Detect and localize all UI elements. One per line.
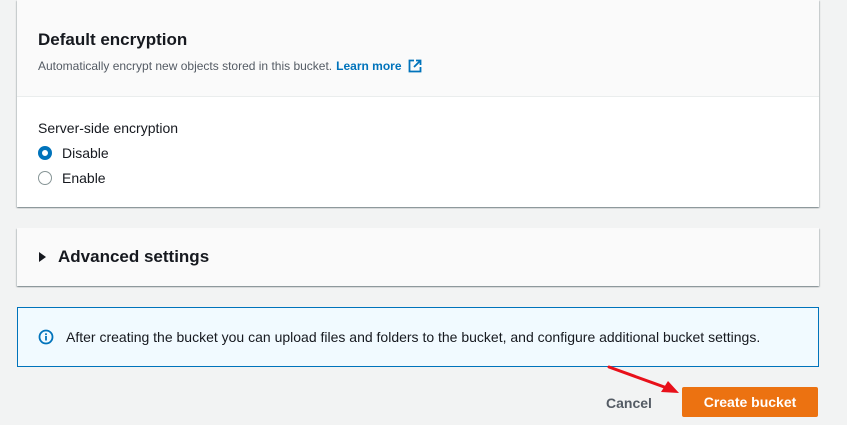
server-side-encryption-label: Server-side encryption (38, 120, 179, 136)
radio-enable-label: Enable (62, 170, 106, 186)
radio-enable[interactable] (38, 171, 52, 185)
advanced-settings-toggle[interactable]: Advanced settings (17, 228, 819, 286)
caret-right-icon (39, 252, 46, 262)
radio-disable-label: Disable (62, 145, 109, 161)
description-text: Automatically encrypt new objects stored… (38, 59, 333, 73)
default-encryption-body: Server-side encryption Disable Enable (17, 97, 819, 187)
radio-option-disable[interactable]: Disable (38, 144, 799, 162)
info-alert: After creating the bucket you can upload… (17, 307, 819, 367)
radio-option-enable[interactable]: Enable (38, 169, 799, 187)
default-encryption-panel: Default encryption Automatically encrypt… (17, 0, 819, 207)
default-encryption-description: Automatically encrypt new objects stored… (38, 58, 799, 74)
advanced-settings-panel: Advanced settings (17, 228, 819, 286)
external-link-icon (408, 59, 422, 73)
radio-disable[interactable] (38, 146, 52, 160)
default-encryption-header: Default encryption Automatically encrypt… (17, 0, 819, 97)
default-encryption-title: Default encryption (38, 30, 188, 49)
create-bucket-button[interactable]: Create bucket (682, 387, 818, 417)
info-icon (38, 329, 54, 345)
advanced-settings-title: Advanced settings (58, 247, 210, 266)
learn-more-link[interactable]: Learn more (336, 58, 421, 74)
cancel-button[interactable]: Cancel (594, 388, 664, 418)
learn-more-label: Learn more (336, 59, 402, 73)
info-alert-text: After creating the bucket you can upload… (66, 329, 761, 345)
